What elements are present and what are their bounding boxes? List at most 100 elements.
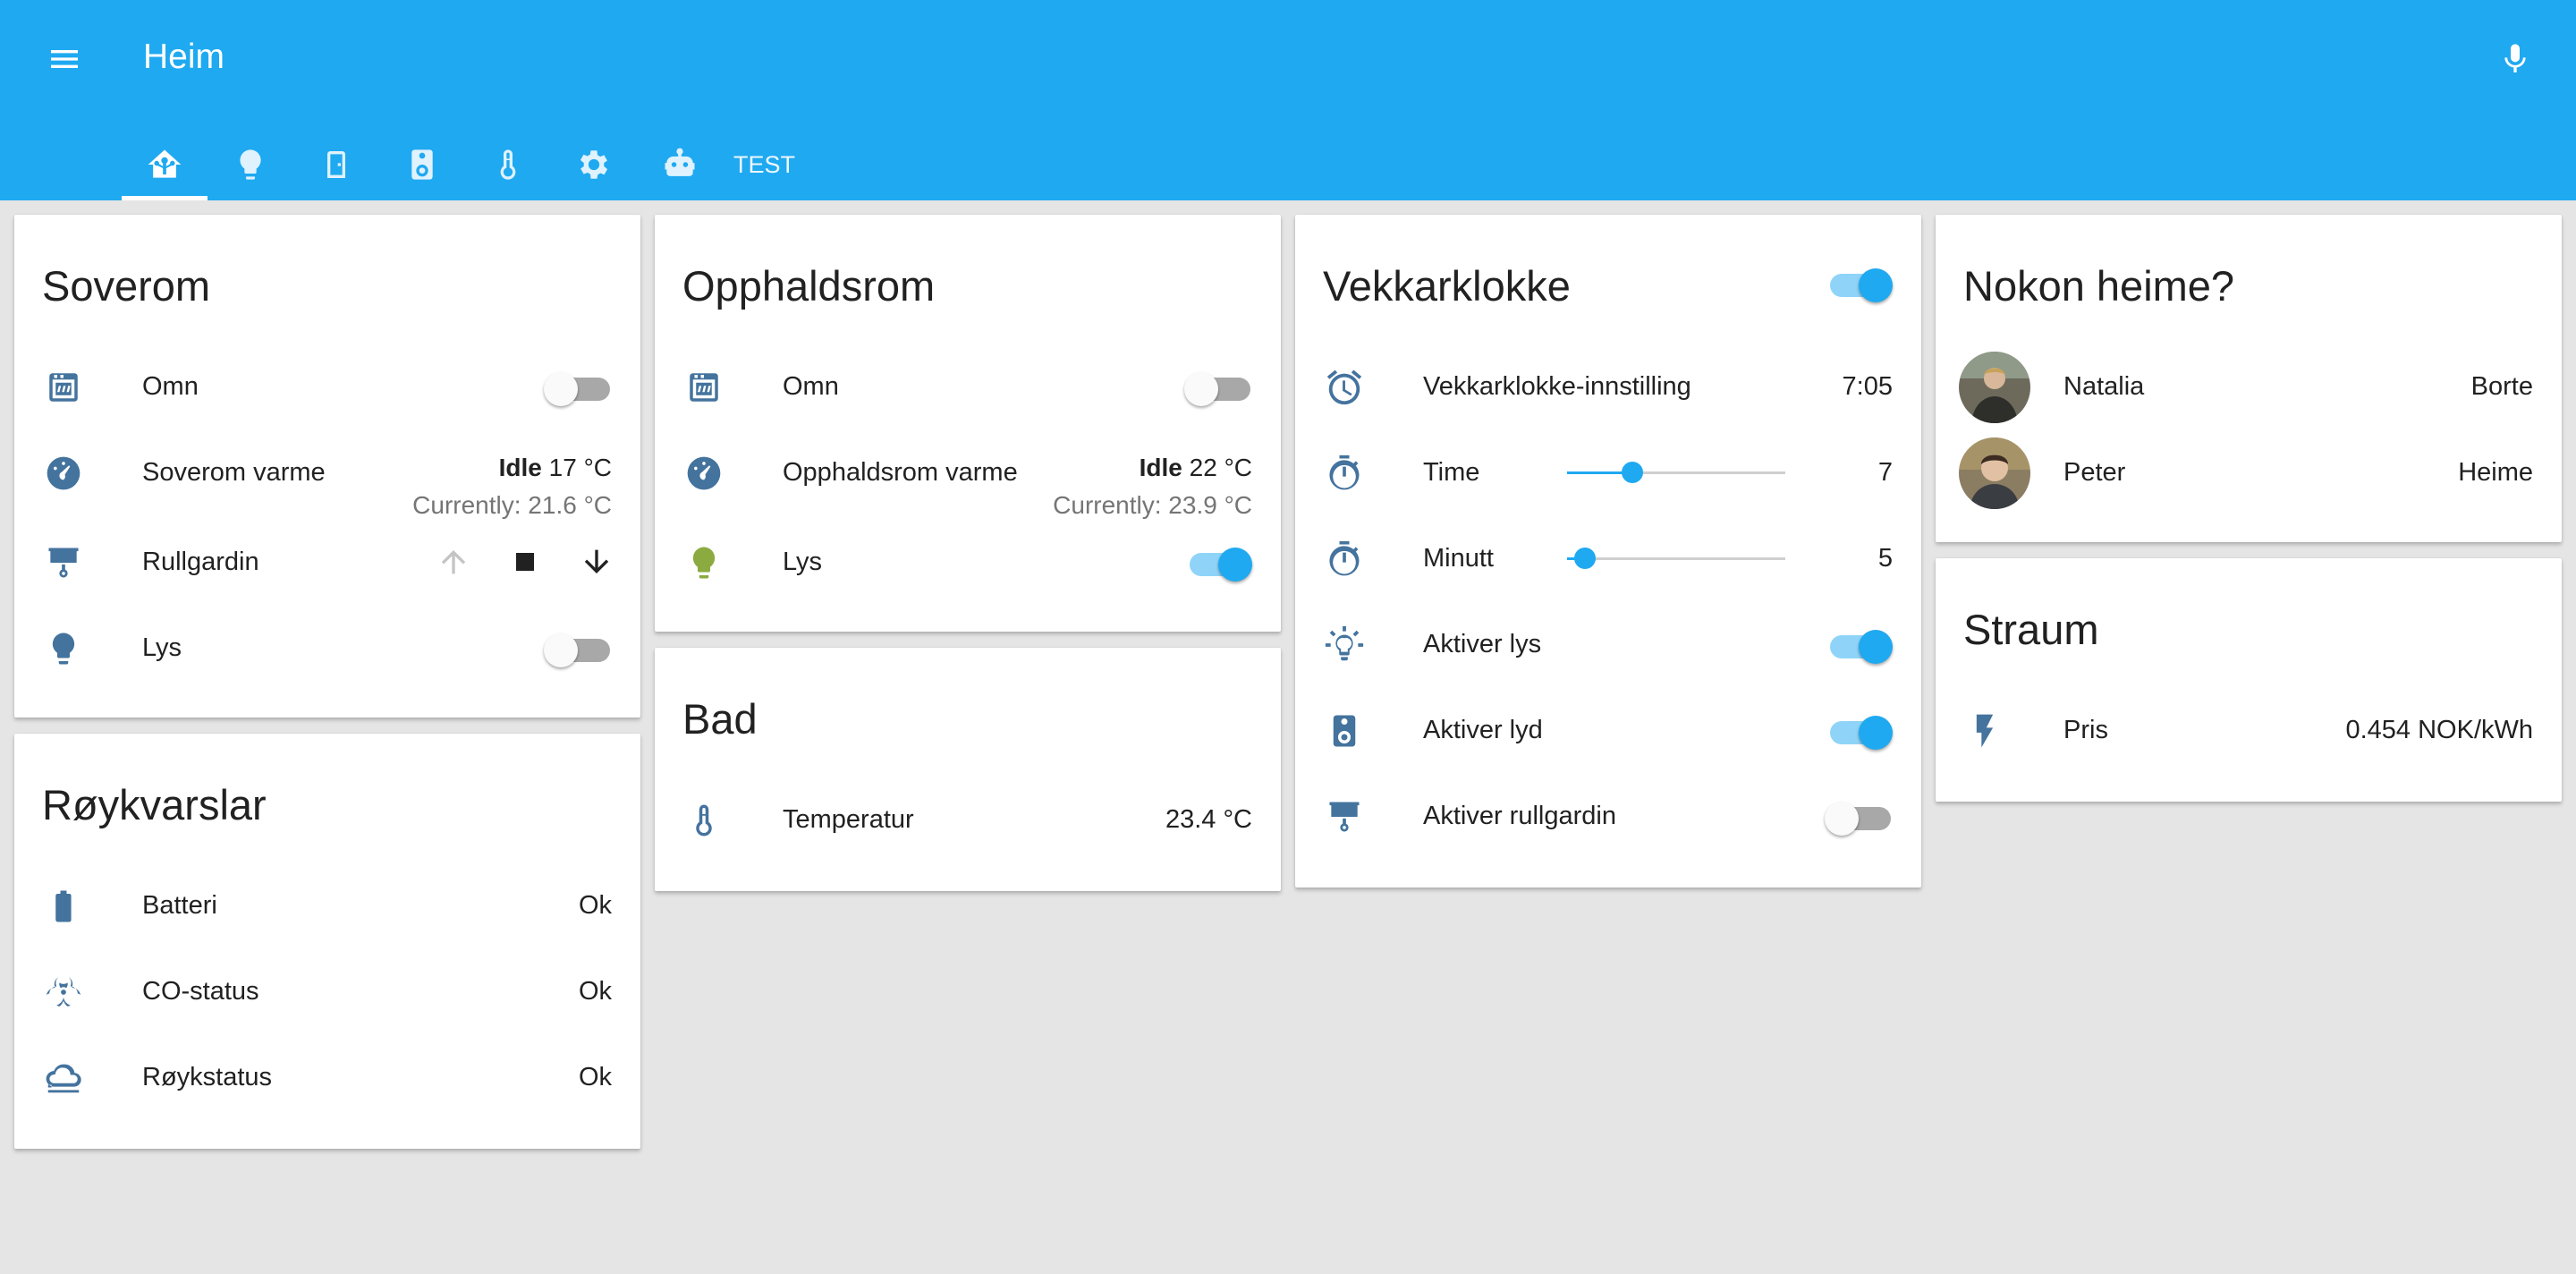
voice-command-button[interactable] [2490, 34, 2540, 84]
entity-label: Lys [783, 548, 823, 576]
entity-row-time: Time 7 [1295, 437, 1921, 508]
speaker-icon [1324, 710, 1365, 752]
alarm-clock-icon [1324, 367, 1365, 408]
lightbulb-on-icon [683, 542, 724, 583]
entity-label: Røykstatus [142, 1063, 273, 1091]
card-title: Soverom [42, 262, 211, 310]
thermometer-icon [683, 800, 724, 841]
lys-toggle[interactable] [544, 633, 612, 667]
gear-icon [580, 150, 608, 179]
omn-toggle[interactable] [544, 372, 612, 406]
entity-row-innstilling: Vekkarklokke-innstilling 7:05 [1295, 351, 1921, 422]
entity-label: Time [1423, 458, 1480, 487]
tab-lights[interactable] [208, 129, 293, 200]
aktiver-lyd-toggle[interactable] [1825, 716, 1893, 750]
card-opphaldsrom: Opphaldsrom Omn Opphaldsrom varme Idle 2… [655, 215, 1281, 632]
home-automation-icon [148, 149, 182, 178]
entity-row-lys: Lys [14, 612, 640, 684]
person-row[interactable]: Natalia Borte [1936, 351, 2562, 423]
cover-close-button[interactable] [572, 535, 621, 589]
climate-state: Idle 22 °C Currently: 23.9 °C [1053, 449, 1252, 524]
card-title: Nokon heime? [1963, 262, 2235, 310]
timer-icon [1324, 539, 1365, 580]
entity-row-climate: Soverom varme Idle 17 °C Currently: 21.6… [14, 437, 640, 519]
tab-test[interactable]: TEST [723, 129, 806, 200]
view-tabs: TEST [122, 129, 806, 200]
aktiver-lys-toggle[interactable] [1825, 630, 1893, 664]
card-nokon-heime: Nokon heime? Natalia Borte Peter Heime [1936, 215, 2562, 542]
omn-toggle[interactable] [1184, 372, 1252, 406]
vekkarklokke-header-toggle[interactable] [1825, 268, 1893, 302]
card-title: Vekkarklokke [1323, 262, 1571, 310]
tab-automation[interactable] [637, 129, 723, 200]
person-row[interactable]: Peter Heime [1936, 437, 2562, 509]
speaker-icon [411, 149, 433, 180]
card-title: Straum [1963, 606, 2099, 653]
entity-label: Omn [142, 372, 199, 401]
cover-controls [429, 535, 621, 589]
entity-label: Aktiver rullgardin [1423, 802, 1616, 830]
climate-current: Currently: 23.9 °C [1053, 491, 1252, 519]
app-header: Heim TEST [0, 0, 2576, 200]
entity-row-aktiver-lyd: Aktiver lyd [1295, 694, 1921, 766]
lightbulb-icon [240, 149, 261, 180]
cover-open-button[interactable] [429, 535, 478, 589]
climate-mode: Idle [498, 454, 542, 481]
card-vekkarklokke: Vekkarklokke Vekkarklokke-innstilling 7:… [1295, 215, 1921, 888]
thermostat-icon [683, 453, 724, 494]
tab-settings[interactable] [551, 129, 637, 200]
flash-icon [1964, 710, 2005, 752]
entity-label: Omn [783, 372, 839, 401]
tab-home[interactable] [122, 129, 208, 200]
microphone-icon [2504, 44, 2526, 72]
entity-label: Pris [2063, 716, 2108, 744]
entity-row-aktiver-rullgardin: Aktiver rullgardin [1295, 780, 1921, 852]
tab-doors[interactable] [293, 129, 379, 200]
time-slider[interactable] [1567, 454, 1785, 490]
door-icon [327, 151, 345, 178]
entity-value: Ok [578, 1063, 612, 1091]
person-state: Borte [2470, 372, 2533, 401]
climate-target: 22 °C [1189, 454, 1252, 481]
card-roykvarslar: Røykvarslar Batteri Ok CO-status Ok Røyk… [14, 734, 640, 1149]
entity-label: Lys [142, 633, 182, 662]
entity-label: Minutt [1423, 544, 1494, 573]
lightbulb-on-outline-icon [1324, 624, 1365, 666]
entity-row-omn: Omn [655, 351, 1281, 422]
app-title: Heim [143, 38, 225, 76]
avatar [1959, 437, 2030, 509]
climate-current: Currently: 21.6 °C [412, 491, 612, 519]
cover-stop-button[interactable] [501, 535, 549, 589]
entity-row-lys: Lys [655, 526, 1281, 598]
entity-row-aktiver-lys: Aktiver lys [1295, 608, 1921, 680]
card-bad: Bad Temperatur 23.4 °C [655, 648, 1281, 891]
battery-icon [43, 886, 84, 927]
tab-media[interactable] [379, 129, 465, 200]
avatar [1959, 352, 2030, 423]
arrow-up-icon [441, 550, 466, 574]
lys-toggle[interactable] [1184, 548, 1252, 582]
stop-icon [516, 553, 534, 571]
climate-target: 17 °C [548, 454, 612, 481]
entity-value: Ok [578, 977, 612, 1006]
entity-label: Rullgardin [142, 548, 259, 576]
entity-label: Aktiver lys [1423, 630, 1542, 658]
arrow-down-icon [584, 549, 609, 573]
stove-icon [683, 367, 724, 408]
aktiver-rullgardin-toggle[interactable] [1825, 802, 1893, 836]
entity-label: Temperatur [783, 805, 914, 834]
stove-icon [43, 367, 84, 408]
minutt-slider[interactable] [1567, 540, 1785, 576]
biohazard-icon [43, 972, 84, 1013]
person-name: Natalia [2063, 372, 2145, 401]
entity-row-royk: Røykstatus Ok [14, 1041, 640, 1113]
entity-value: Ok [578, 891, 612, 920]
climate-mode: Idle [1139, 454, 1182, 481]
card-title: Opphaldsrom [682, 262, 936, 310]
entity-value: 5 [1877, 544, 1893, 573]
entity-row-cover: Rullgardin [14, 526, 640, 598]
card-title: Røykvarslar [42, 781, 267, 828]
tab-climate[interactable] [465, 129, 551, 200]
entity-row-co: CO-status Ok [14, 956, 640, 1027]
menu-button[interactable] [41, 36, 88, 82]
